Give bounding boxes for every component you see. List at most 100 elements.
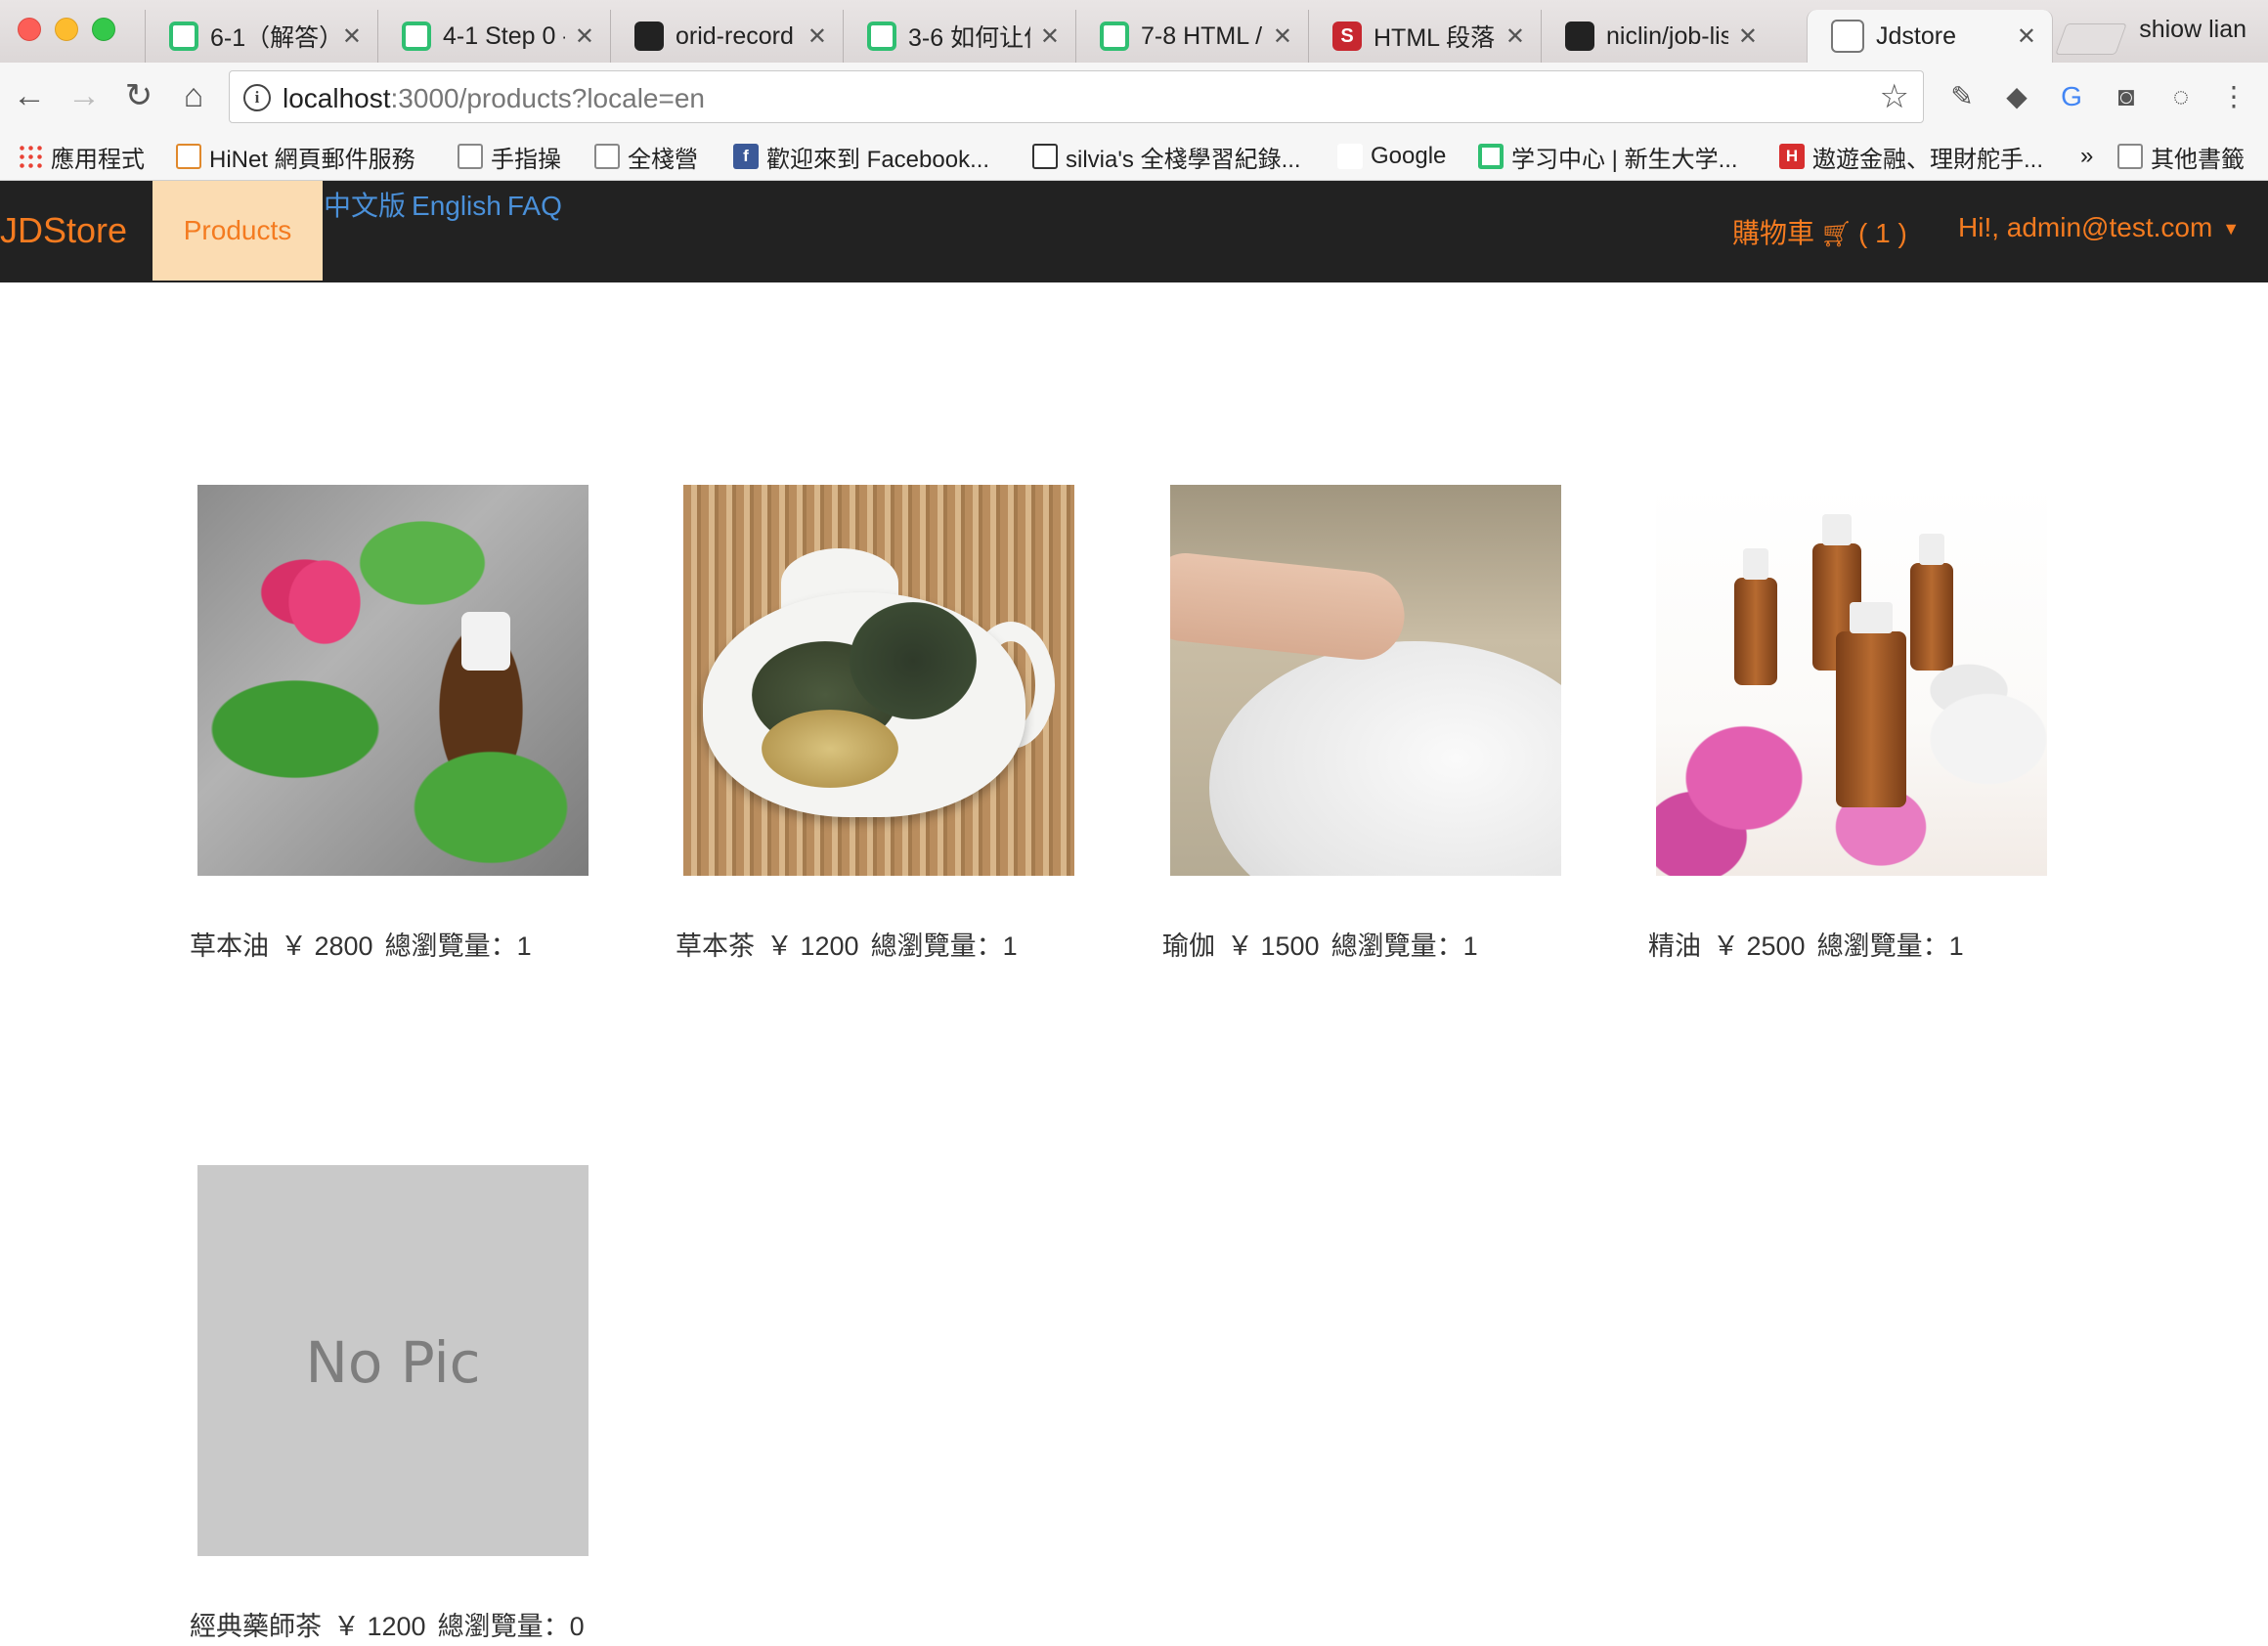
- bookmarks-bar: 應用程式 HiNet 網頁郵件服務 手指操 全棧營 f 歡迎來到 Faceboo…: [0, 133, 2268, 181]
- bookmark-learning-center[interactable]: 学习中心 | 新生大学...: [1478, 139, 1738, 174]
- bookmark-folder[interactable]: 全棧營: [594, 139, 698, 174]
- nav-products-link[interactable]: Products: [153, 181, 323, 281]
- red-logo-icon: H: [1779, 144, 1805, 169]
- product-name[interactable]: 瑜伽: [1162, 931, 1215, 961]
- bookmark-facebook[interactable]: f 歡迎來到 Facebook...: [733, 139, 989, 174]
- product-name[interactable]: 草本茶: [676, 931, 755, 961]
- bookmark-label: 全棧營: [628, 146, 698, 173]
- code-extension-icon[interactable]: ◌: [2164, 80, 2198, 113]
- product-name[interactable]: 精油: [1648, 931, 1701, 961]
- bookmark-google[interactable]: G Google: [1337, 139, 1446, 174]
- product-name[interactable]: 經典藥師茶: [190, 1612, 322, 1641]
- browser-tab-strip: 6-1（解答） ✕ 4-1 Step 0 - ✕ orid-record ✕ 3…: [0, 0, 2268, 63]
- faq-link[interactable]: FAQ: [507, 191, 562, 221]
- close-icon[interactable]: ✕: [1273, 22, 1292, 51]
- product-views: 總瀏覽量：1: [870, 931, 1018, 961]
- product-price: ￥ 2800: [281, 931, 373, 961]
- zoom-window-button[interactable]: [92, 18, 115, 41]
- product-caption: 草本茶 ￥ 1200 總瀏覽量：1: [676, 925, 1029, 963]
- browser-tab-active[interactable]: Jdstore ✕: [1807, 10, 2053, 63]
- menu-kebab-icon[interactable]: ⋮: [2217, 80, 2250, 113]
- reload-icon[interactable]: ↻: [119, 76, 158, 115]
- browser-tab[interactable]: niclin/job-lis ✕: [1541, 10, 1773, 63]
- cart-link[interactable]: 購物車 🛒︎( 1 ): [1732, 212, 1907, 251]
- product-image-placeholder[interactable]: No Pic: [197, 1165, 589, 1556]
- new-tab-button[interactable]: [2055, 23, 2127, 55]
- tab-title: 7-8 HTML /: [1141, 22, 1263, 50]
- product-caption: 瑜伽 ￥ 1500 總瀏覽量：1: [1162, 925, 1490, 963]
- user-greeting: Hi!, admin@test.com: [1958, 212, 2213, 242]
- close-icon[interactable]: ✕: [1738, 22, 1758, 51]
- product-name[interactable]: 草本油: [190, 931, 269, 961]
- browser-tab[interactable]: orid-record ✕: [610, 10, 843, 63]
- bookmark-folder[interactable]: 手指操: [458, 139, 561, 174]
- close-icon[interactable]: ✕: [1505, 22, 1525, 51]
- forward-arrow-icon[interactable]: →: [65, 76, 104, 115]
- close-icon[interactable]: ✕: [575, 22, 594, 51]
- green-logo-icon: [169, 22, 198, 51]
- bookmark-hinet[interactable]: HiNet 網頁郵件服務: [176, 139, 415, 174]
- locale-en-link[interactable]: English: [412, 191, 502, 221]
- user-dropdown[interactable]: Hi!, admin@test.com ▼: [1958, 212, 2240, 243]
- bookmark-label: 歡迎來到 Facebook...: [766, 146, 990, 173]
- url-text[interactable]: localhost:3000/products?locale=en: [283, 83, 705, 114]
- close-icon[interactable]: ✕: [2017, 22, 2036, 51]
- camera-extension-icon[interactable]: ◙: [2110, 80, 2143, 113]
- back-arrow-icon[interactable]: ←: [10, 76, 49, 115]
- product-price: ￥ 1200: [333, 1612, 426, 1641]
- product-image-essential-oil[interactable]: [1656, 485, 2047, 876]
- close-window-button[interactable]: [18, 18, 41, 41]
- product-price: ￥ 1500: [1227, 931, 1320, 961]
- minimize-window-button[interactable]: [55, 18, 78, 41]
- bookmark-finance[interactable]: H 遨遊金融、理財舵手...: [1779, 139, 2043, 174]
- folder-icon: [458, 144, 483, 169]
- pen-extension-icon[interactable]: ✎: [1945, 80, 1979, 113]
- browser-toolbar: ← → ↻ ⌂ i localhost:3000/products?locale…: [0, 63, 2268, 133]
- bookmark-label: HiNet 網頁郵件服務: [209, 146, 415, 173]
- google-icon: G: [1337, 144, 1363, 169]
- product-views: 總瀏覽量：1: [1330, 931, 1478, 961]
- close-icon[interactable]: ✕: [807, 22, 827, 51]
- github-icon: [634, 22, 664, 51]
- shopping-cart-icon: 🛒︎: [1820, 219, 1854, 248]
- product-caption: 經典藥師茶 ￥ 1200 總瀏覽量：0: [190, 1605, 596, 1643]
- folder-icon: [2117, 144, 2143, 169]
- home-icon[interactable]: ⌂: [174, 76, 213, 115]
- bookmark-other[interactable]: 其他書籤: [2117, 139, 2245, 174]
- browser-tab[interactable]: 3-6 如何让作 ✕: [843, 10, 1075, 63]
- translate-extension-icon[interactable]: G: [2055, 80, 2088, 113]
- product-image-herbal-tea[interactable]: [683, 485, 1074, 876]
- bookmark-silvia[interactable]: £ silvia's 全棧學習紀錄...: [1032, 139, 1301, 174]
- profile-name[interactable]: shiow lian: [2139, 16, 2246, 44]
- bookmark-apps[interactable]: 應用程式: [18, 139, 145, 174]
- product-views: 總瀏覽量：1: [1816, 931, 1964, 961]
- bookmarks-overflow-icon[interactable]: »: [2080, 139, 2093, 174]
- product-price: ￥ 2500: [1713, 931, 1806, 961]
- product-image-herbal-oil[interactable]: [197, 485, 589, 876]
- bookmark-label: Google: [1371, 143, 1447, 169]
- locale-zh-link[interactable]: 中文版: [324, 191, 406, 221]
- close-icon[interactable]: ✕: [342, 22, 362, 51]
- browser-tab[interactable]: 7-8 HTML / ✕: [1075, 10, 1308, 63]
- evernote-extension-icon[interactable]: ◆: [2000, 80, 2033, 113]
- tab-title: 4-1 Step 0 -: [443, 22, 565, 50]
- bookmark-star-icon[interactable]: ☆: [1880, 77, 1909, 116]
- bookmark-label: 学习中心 | 新生大学...: [1511, 146, 1738, 173]
- close-icon[interactable]: ✕: [1040, 22, 1060, 51]
- browser-tab[interactable]: 6-1（解答） ✕: [145, 10, 377, 63]
- product-image-yoga[interactable]: [1170, 485, 1561, 876]
- browser-tab[interactable]: S HTML 段落 ✕: [1308, 10, 1541, 63]
- document-icon: [1831, 20, 1864, 53]
- github-icon: [1565, 22, 1594, 51]
- mail-icon: [176, 144, 201, 169]
- caret-down-icon: ▼: [2222, 219, 2241, 239]
- site-info-icon[interactable]: i: [243, 84, 271, 111]
- tab-title: Jdstore: [1876, 22, 1956, 50]
- apps-grid-icon: [18, 144, 43, 169]
- bookmark-label: 其他書籤: [2151, 146, 2245, 173]
- address-bar[interactable]: i localhost:3000/products?locale=en ☆: [229, 70, 1924, 123]
- browser-tab[interactable]: 4-1 Step 0 - ✕: [377, 10, 610, 63]
- brand-logo[interactable]: JDStore: [0, 210, 127, 251]
- tab-title: niclin/job-lis: [1606, 22, 1728, 50]
- bookmark-label: silvia's 全棧學習紀錄...: [1066, 146, 1301, 173]
